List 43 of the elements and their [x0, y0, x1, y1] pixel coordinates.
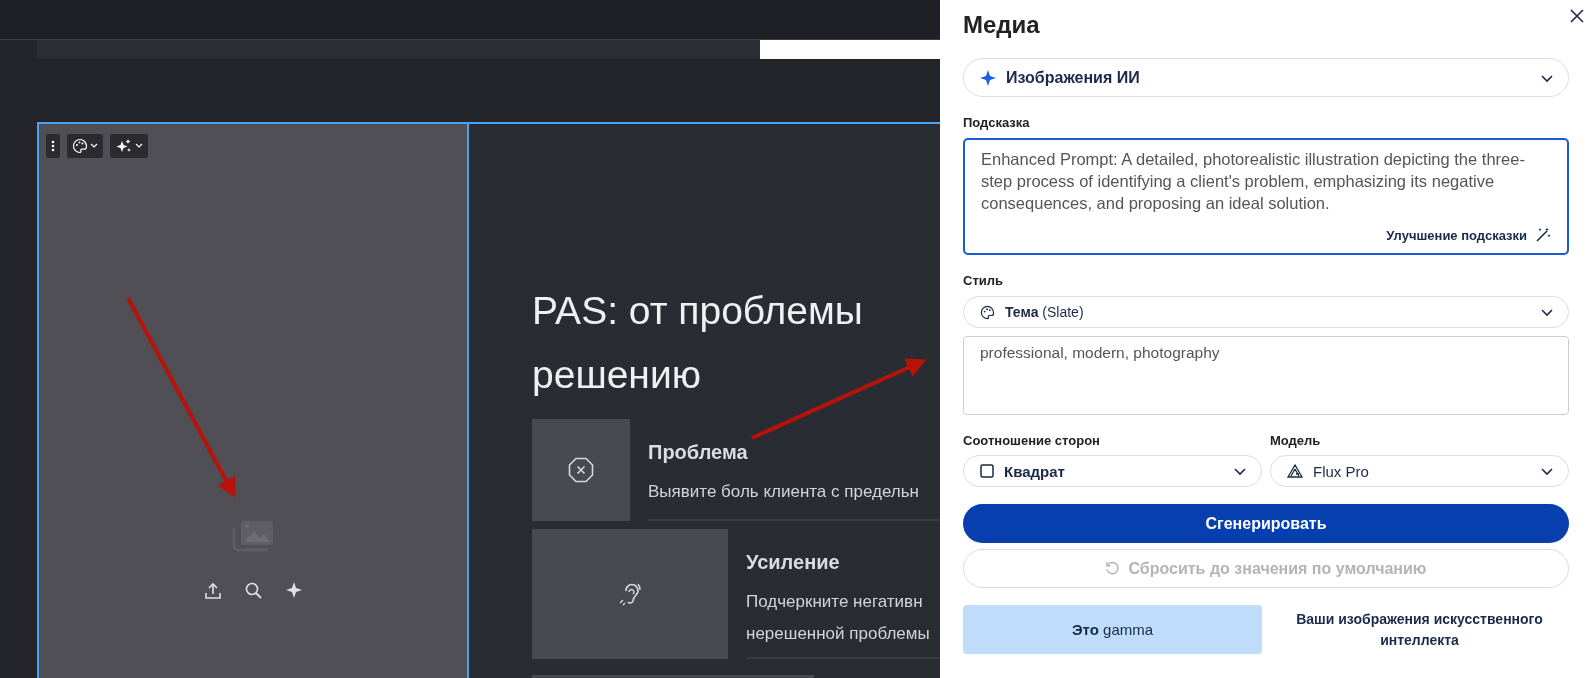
palette-icon — [980, 304, 995, 320]
sparkle-icon — [980, 69, 996, 86]
item-text: нерешенной проблемы — [746, 623, 931, 645]
field-label: Стиль — [963, 273, 1004, 288]
item-text: Подчеркните негативн — [746, 591, 924, 613]
search-icon[interactable] — [244, 582, 262, 599]
field-label: Соотношение сторон — [963, 433, 1101, 448]
ai-button[interactable] — [110, 134, 148, 158]
slide-title: решению — [532, 352, 701, 398]
style-field[interactable]: professional, modern, photography — [963, 336, 1569, 415]
panel-title: Медиа — [963, 11, 1040, 39]
upload-icon[interactable] — [204, 582, 221, 600]
more-icon — [51, 140, 55, 152]
octagon-x-icon — [568, 457, 594, 483]
item-heading: Усиление — [746, 551, 841, 574]
item-text: Выявите боль клиента с предельн — [648, 481, 920, 503]
palette-button[interactable] — [67, 134, 103, 158]
close-icon — [1570, 9, 1584, 23]
chevron-down-icon — [135, 143, 143, 149]
chevron-down-icon — [90, 143, 98, 149]
item-heading: Проблема — [648, 441, 749, 464]
slide-title: PAS: от проблемы — [532, 288, 863, 334]
more-button[interactable] — [46, 134, 60, 158]
field-label: Модель — [1270, 433, 1322, 448]
enhance-prompt-button[interactable]: Улучшение подсказки — [1386, 227, 1551, 243]
sparkles-icon — [115, 138, 133, 154]
sparkle-icon[interactable] — [285, 582, 302, 598]
gamma-button[interactable]: Это gamma — [963, 605, 1262, 654]
model-dropdown[interactable]: Flux Pro — [1270, 455, 1569, 487]
source-dropdown[interactable]: Изображения ИИ — [963, 58, 1569, 97]
image-icon — [232, 520, 274, 552]
triangle-icon — [1287, 464, 1303, 478]
field-label: Подсказка — [963, 115, 1031, 130]
magic-wand-icon — [1535, 227, 1551, 243]
close-button[interactable] — [1570, 9, 1584, 23]
prompt-field[interactable]: Enhanced Prompt: A detailed, photorealistic illustration depicting the three-step process of identifying a client's problem, emphasizing its negative consequences, and proposing an ideal solution. Улучшение подсказки — [963, 138, 1569, 255]
gallery-link[interactable]: Ваши изображения искусственного интеллекта — [1270, 605, 1569, 654]
aspect-ratio-dropdown[interactable]: Квадрат — [963, 455, 1262, 487]
generate-button[interactable]: Сгенерировать — [963, 504, 1569, 543]
square-icon — [980, 464, 994, 478]
palette-icon — [72, 138, 88, 154]
theme-dropdown[interactable]: Тема (Slate) — [963, 296, 1569, 328]
reset-icon — [1105, 561, 1121, 576]
